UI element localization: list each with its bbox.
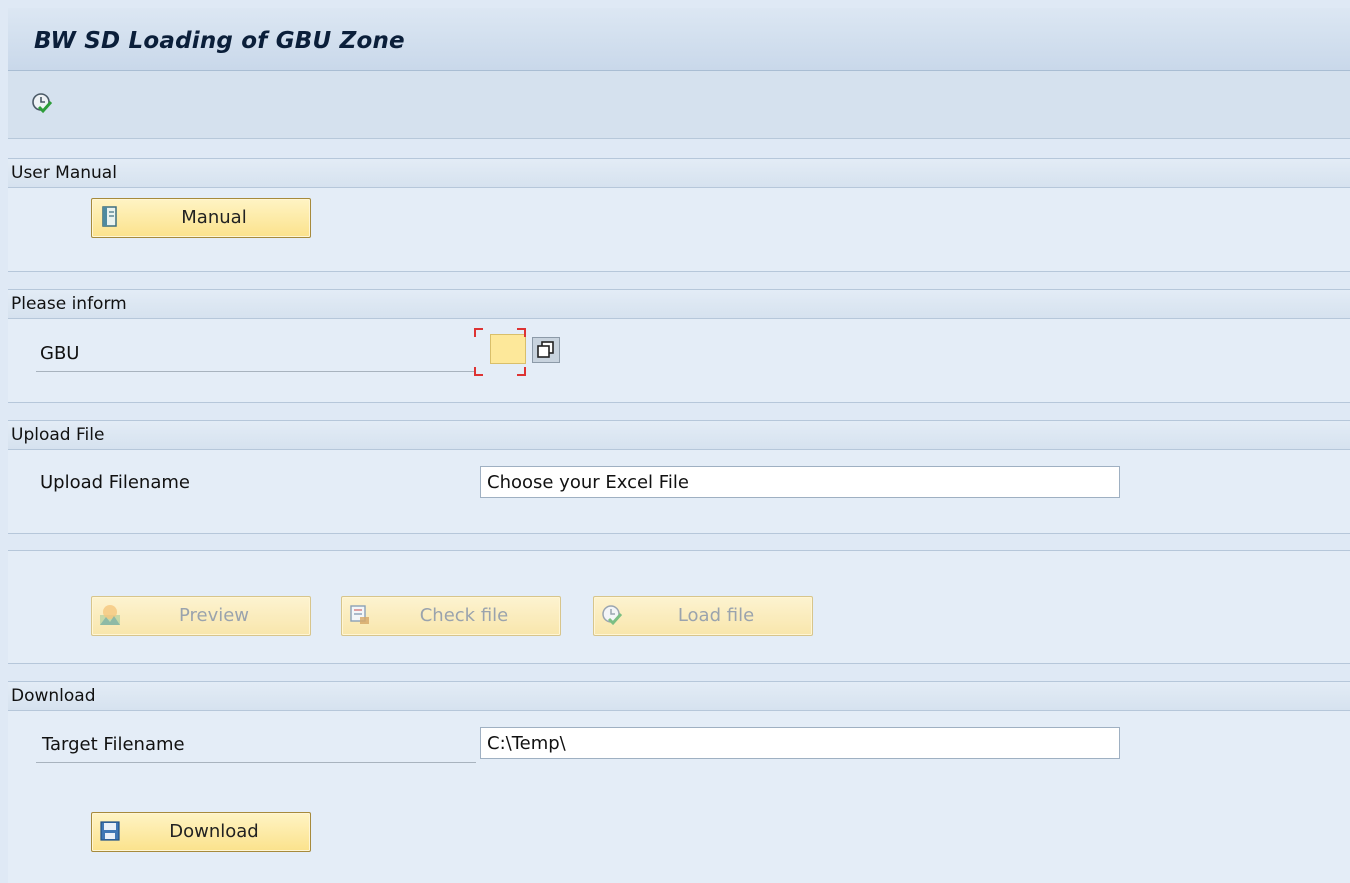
download-group: Download Target Filename Download	[8, 681, 1350, 883]
gbu-input[interactable]	[490, 334, 526, 364]
download-button[interactable]: Download	[91, 812, 311, 852]
manual-button-label: Manual	[181, 207, 247, 228]
please-inform-header: Please inform	[8, 290, 1350, 319]
download-button-label: Download	[169, 821, 259, 842]
focus-corner	[474, 367, 483, 376]
target-filename-input[interactable]	[480, 727, 1120, 759]
page-title: BW SD Loading of GBU Zone	[34, 28, 405, 54]
download-header: Download	[8, 682, 1350, 711]
target-filename-label-text: Target Filename	[42, 734, 185, 755]
value-help-button[interactable]	[532, 337, 560, 363]
focus-corner	[517, 367, 526, 376]
manual-button[interactable]: Manual	[91, 198, 311, 238]
actions-group: Preview Check file Load file	[8, 550, 1350, 664]
save-icon	[100, 821, 120, 841]
check-file-button-label: Check file	[419, 605, 509, 626]
manual-icon	[102, 206, 117, 227]
gbu-label-text: GBU	[40, 343, 80, 364]
application-toolbar	[8, 71, 1350, 139]
please-inform-group: Please inform GBU	[8, 289, 1350, 403]
check-file-icon	[350, 605, 369, 624]
preview-button[interactable]: Preview	[91, 596, 311, 636]
preview-button-label: Preview	[178, 605, 250, 626]
user-manual-group: User Manual Manual	[8, 158, 1350, 272]
load-file-button[interactable]: Load file	[593, 596, 813, 636]
upload-file-group: Upload File Upload Filename	[8, 420, 1350, 534]
upload-filename-label: Upload Filename	[36, 472, 476, 500]
upload-filename-input[interactable]	[480, 466, 1120, 498]
target-filename-label: Target Filename	[36, 734, 476, 763]
preview-icon	[100, 605, 120, 625]
value-help-icon	[537, 341, 554, 358]
focus-corner	[474, 328, 483, 337]
upload-filename-label-text: Upload Filename	[40, 472, 190, 493]
load-file-button-label: Load file	[677, 605, 755, 626]
check-file-button[interactable]: Check file	[341, 596, 561, 636]
execute-icon[interactable]	[30, 91, 54, 115]
upload-file-header: Upload File	[8, 421, 1350, 450]
title-bar: BW SD Loading of GBU Zone	[8, 8, 1350, 71]
load-file-icon	[602, 605, 623, 626]
user-manual-header: User Manual	[8, 159, 1350, 188]
gbu-label: GBU	[36, 343, 476, 372]
focus-corner	[517, 328, 526, 337]
